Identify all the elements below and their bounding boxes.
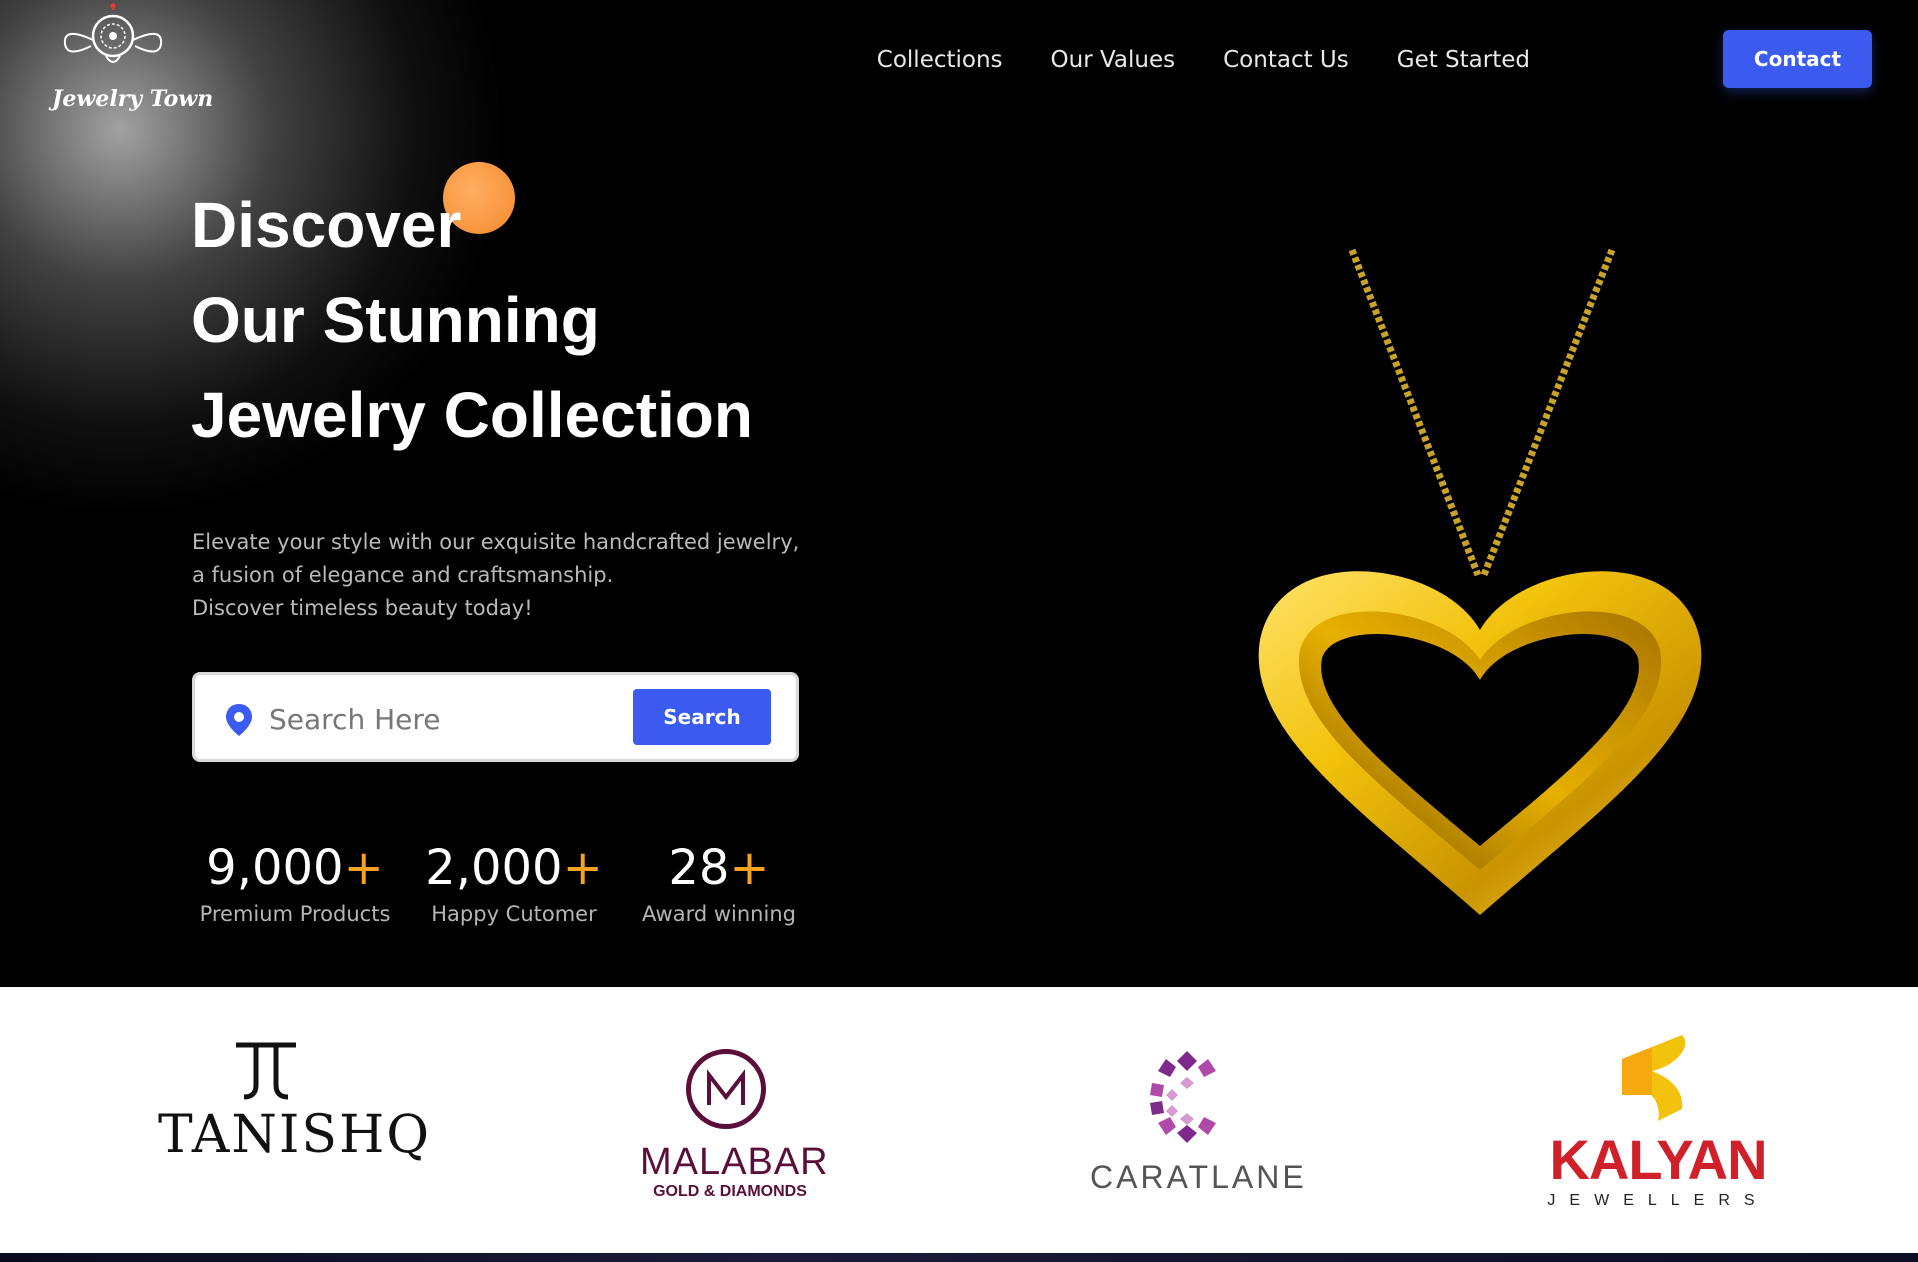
brand-wordmark: CARATLANE (1090, 1159, 1307, 1195)
hero-description: Elevate your style with our exquisite ha… (192, 526, 832, 625)
stat-happy-customer: 2,000+ Happy Cutomer (424, 838, 604, 926)
headline-line-1: Discover (191, 189, 462, 261)
partner-brands: TANISHQ MALABAR GOLD & DIAMONDS CARATLAN… (0, 987, 1918, 1253)
stat-award-winning: 28+ Award winning (636, 838, 802, 926)
caratlane-logo-icon (1150, 1051, 1216, 1143)
hero-section: Jewelry Town Collections Our Values Cont… (0, 0, 1918, 987)
brand-subtitle: JEWELLERS (1547, 1192, 1769, 1209)
main-nav: Collections Our Values Contact Us Get St… (877, 30, 1530, 90)
nav-collections[interactable]: Collections (877, 47, 1003, 73)
kalyan-logo-icon (1622, 1035, 1686, 1121)
logo-text: Jewelry Town (52, 86, 214, 112)
stat-label: Premium Products (199, 902, 391, 926)
stat-premium-products: 9,000+ Premium Products (190, 838, 400, 926)
brand-subtitle: GOLD & DIAMONDS (653, 1183, 807, 1200)
headline-line-2: Our Stunning (191, 284, 600, 356)
nav-contact-us[interactable]: Contact Us (1223, 47, 1349, 73)
stat-plus: + (343, 840, 384, 896)
next-section-edge (0, 1253, 1918, 1262)
search-input[interactable] (267, 695, 611, 743)
nav-get-started[interactable]: Get Started (1397, 47, 1530, 73)
stat-plus: + (729, 840, 770, 896)
hero-headline: Discover Our Stunning Jewelry Collection (191, 178, 753, 463)
malabar-logo-icon (686, 1049, 766, 1129)
tanishq-logo-icon (236, 1042, 296, 1100)
stat-value: 2,000 (425, 840, 563, 896)
search-button[interactable]: Search (633, 689, 771, 745)
description-line-2: a fusion of elegance and craftsmanship. (192, 563, 614, 587)
contact-button[interactable]: Contact (1723, 30, 1872, 88)
brand-wordmark: TANISHQ (158, 1105, 432, 1165)
search-bar: Search (192, 672, 799, 762)
stat-value: 9,000 (206, 840, 344, 896)
headline-line-3: Jewelry Collection (191, 379, 753, 451)
stat-label: Happy Cutomer (431, 902, 597, 926)
ornament-logo-icon (63, 3, 163, 63)
nav-our-values[interactable]: Our Values (1051, 47, 1176, 73)
description-line-1: Elevate your style with our exquisite ha… (192, 530, 800, 554)
stat-value: 28 (668, 840, 730, 896)
brand-wordmark: KALYAN (1549, 1128, 1767, 1191)
gold-heart-necklace-image (1258, 248, 1702, 915)
description-line-3: Discover timeless beauty today! (192, 596, 533, 620)
site-logo[interactable]: Jewelry Town (48, 0, 213, 130)
stat-plus: + (562, 840, 603, 896)
stat-label: Award winning (642, 902, 796, 926)
brand-wordmark: MALABAR (640, 1141, 829, 1183)
location-pin-icon (225, 703, 253, 741)
